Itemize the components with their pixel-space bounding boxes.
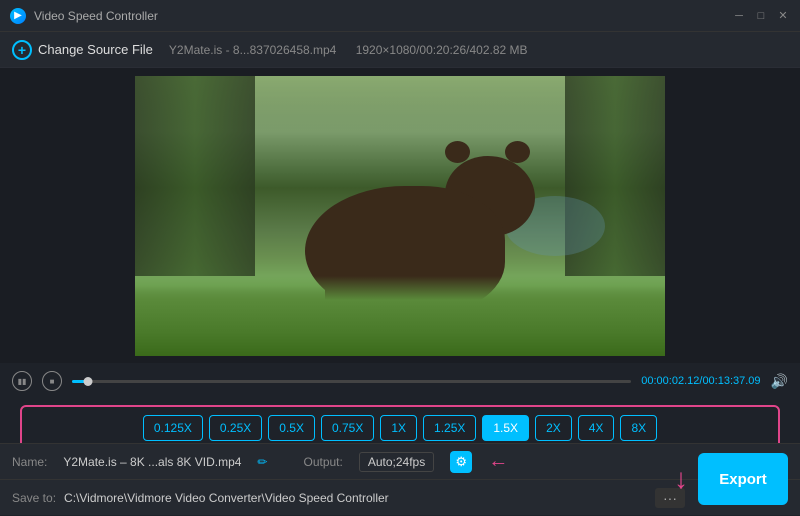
- play-button[interactable]: ▮▮: [12, 371, 32, 391]
- app-icon: ▶: [10, 8, 26, 24]
- speed-btn-05[interactable]: 0.5X: [268, 415, 315, 441]
- stop-button[interactable]: ■: [42, 371, 62, 391]
- app-title: Video Speed Controller: [34, 9, 158, 23]
- settings-button[interactable]: ⚙: [450, 451, 472, 473]
- arrow-annotation: ↓: [674, 465, 688, 493]
- title-bar-left: ▶ Video Speed Controller: [10, 8, 158, 24]
- progress-dot: [83, 377, 92, 386]
- file-meta: 1920×1080/00:20:26/402.82 MB: [356, 43, 528, 57]
- name-value: Y2Mate.is – 8K ...als 8K VID.mp4: [63, 455, 241, 469]
- file-name: Y2Mate.is - 8...837026458.mp4: [169, 43, 336, 57]
- bottom-bar: Name: Y2Mate.is – 8K ...als 8K VID.mp4 ✏…: [0, 443, 800, 515]
- speed-btn-0125[interactable]: 0.125X: [143, 415, 203, 441]
- speed-btn-1[interactable]: 1X: [380, 415, 417, 441]
- title-bar: ▶ Video Speed Controller ─ □ ✕: [0, 0, 800, 32]
- output-value: Auto;24fps: [359, 452, 434, 472]
- export-button[interactable]: Export: [698, 453, 788, 505]
- video-area: [0, 68, 800, 363]
- plus-circle-icon: +: [12, 40, 32, 60]
- output-label: Output:: [303, 455, 342, 469]
- speed-btn-8[interactable]: 8X: [620, 415, 657, 441]
- edit-icon[interactable]: ✏: [257, 455, 267, 469]
- speed-btn-075[interactable]: 0.75X: [321, 415, 374, 441]
- time-display: 00:00:02.12/00:13:37.09: [641, 375, 760, 387]
- file-info: Y2Mate.is - 8...837026458.mp4 1920×1080/…: [169, 43, 544, 57]
- volume-icon[interactable]: 🔊: [771, 373, 788, 390]
- speed-btn-125[interactable]: 1.25X: [423, 415, 476, 441]
- speed-btn-2[interactable]: 2X: [535, 415, 572, 441]
- change-source-label: Change Source File: [38, 42, 153, 57]
- name-label: Name:: [12, 455, 47, 469]
- save-path: C:\Vidmore\Vidmore Video Converter\Video…: [64, 491, 389, 505]
- maximize-button[interactable]: □: [754, 9, 768, 23]
- time-total: 00:13:37.09: [702, 375, 760, 387]
- toolbar: + Change Source File Y2Mate.is - 8...837…: [0, 32, 800, 68]
- change-source-button[interactable]: + Change Source File: [12, 40, 153, 60]
- arrow-down-icon: ↓: [674, 465, 688, 493]
- save-label: Save to:: [12, 491, 56, 505]
- arrow-left-indicator: ←: [488, 450, 508, 473]
- minimize-button[interactable]: ─: [732, 9, 746, 23]
- progress-area: ▮▮ ■ 00:00:02.12/00:13:37.09 🔊: [0, 363, 800, 399]
- video-preview: [135, 76, 665, 356]
- close-button[interactable]: ✕: [776, 9, 790, 23]
- speed-btn-4[interactable]: 4X: [578, 415, 615, 441]
- window-controls: ─ □ ✕: [732, 9, 790, 23]
- progress-track[interactable]: [72, 380, 631, 383]
- speed-btn-15[interactable]: 1.5X: [482, 415, 529, 441]
- speed-btn-025[interactable]: 0.25X: [209, 415, 262, 441]
- time-current: 00:00:02.12: [641, 375, 699, 387]
- video-thumbnail: [135, 76, 665, 356]
